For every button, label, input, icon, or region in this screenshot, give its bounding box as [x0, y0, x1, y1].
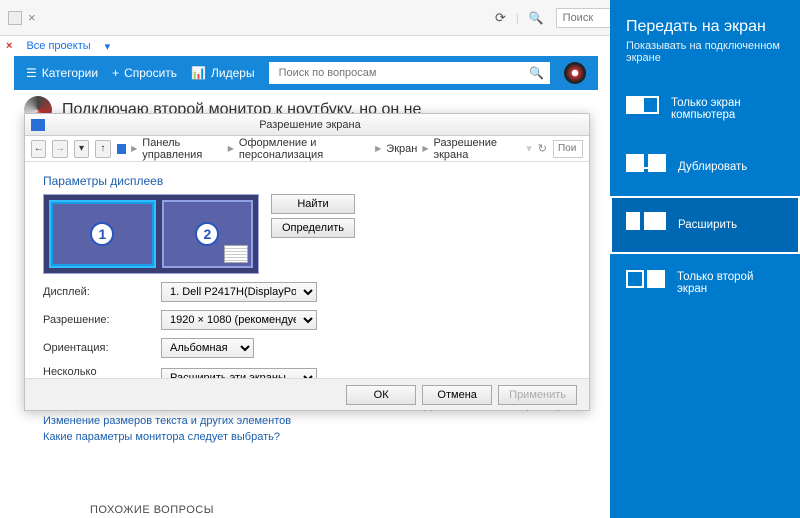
project-option-extend[interactable]: Расширить — [610, 196, 800, 254]
display-app-icon — [31, 119, 45, 131]
duplicate-icon — [626, 154, 666, 180]
which-settings-link[interactable]: Какие параметры монитора следует выбрать… — [43, 431, 571, 443]
project-option-second-only[interactable]: Только второй экран — [610, 254, 800, 312]
related-questions-heading: ПОХОЖИЕ ВОПРОСЫ — [90, 504, 214, 516]
breadcrumb-item[interactable]: Оформление и персонализация — [239, 137, 370, 161]
chevron-down-icon[interactable]: ▾ — [74, 140, 89, 158]
breadcrumb-item[interactable]: Экран — [386, 143, 417, 155]
second-only-icon — [626, 270, 665, 296]
detect-button[interactable]: Определить — [271, 218, 355, 238]
project-option-pc-only[interactable]: Только экран компьютера — [610, 80, 800, 138]
extend-icon — [626, 212, 666, 238]
plus-icon: + — [112, 66, 119, 80]
breadcrumb[interactable]: ▶ Панель управления ▶ Оформление и персо… — [117, 137, 515, 161]
monitor-1[interactable]: 1 — [49, 200, 156, 268]
site-search-input[interactable] — [269, 62, 550, 84]
bars-icon: 📊 — [191, 66, 206, 80]
panel-title: Передать на экран — [610, 0, 800, 40]
resolution-select[interactable]: 1920 × 1080 (рекомендуется) — [161, 310, 317, 330]
forward-button[interactable]: → — [52, 140, 67, 158]
leaders-button[interactable]: 📊Лидеры — [191, 66, 255, 80]
list-icon: ☰ — [26, 66, 37, 80]
user-avatar[interactable] — [564, 62, 586, 84]
ok-button[interactable]: ОК — [346, 385, 416, 405]
orientation-label: Ориентация: — [43, 342, 149, 354]
explorer-search-input[interactable] — [553, 140, 583, 158]
keypad-icon — [224, 245, 248, 263]
search-icon: 🔍 — [529, 11, 544, 25]
project-panel: Передать на экран Показывать на подключе… — [610, 0, 800, 518]
cancel-button[interactable]: Отмена — [422, 385, 492, 405]
option-label: Расширить — [678, 219, 737, 231]
explorer-nav: ← → ▾ ↑ ▶ Панель управления ▶ Оформление… — [25, 136, 589, 162]
categories-button[interactable]: ☰Категории — [26, 66, 98, 80]
apply-button: Применить — [498, 385, 577, 405]
all-projects-link[interactable]: Все проекты — [26, 40, 90, 52]
ask-button[interactable]: +Спросить — [112, 66, 177, 80]
refresh-icon[interactable]: ⟳ — [495, 10, 506, 26]
chevron-down-icon[interactable]: ▾ — [105, 40, 111, 53]
monitor-2[interactable]: 2 — [162, 200, 253, 268]
resolution-label: Разрешение: — [43, 314, 149, 326]
project-option-duplicate[interactable]: Дублировать — [610, 138, 800, 196]
option-label: Только экран компьютера — [671, 97, 784, 121]
option-label: Дублировать — [678, 161, 747, 173]
window-titlebar[interactable]: Разрешение экрана — [25, 114, 589, 136]
text-size-link[interactable]: Изменение размеров текста и других элеме… — [43, 415, 571, 427]
pc-only-icon — [626, 96, 659, 122]
orientation-select[interactable]: Альбомная — [161, 338, 254, 358]
site-header: ☰Категории +Спросить 📊Лидеры 🔍 — [14, 56, 598, 90]
section-heading: Параметры дисплеев — [43, 174, 571, 188]
close-panel-icon[interactable]: × — [6, 40, 12, 52]
monitor-preview[interactable]: 1 2 — [43, 194, 259, 274]
tab-favicon — [8, 11, 22, 25]
display-label: Дисплей: — [43, 286, 149, 298]
dialog-buttons: ОК Отмена Применить — [25, 378, 589, 410]
back-button[interactable]: ← — [31, 140, 46, 158]
search-icon[interactable]: 🔍 — [529, 66, 544, 80]
window-title: Разрешение экрана — [51, 119, 589, 131]
breadcrumb-item[interactable]: Разрешение экрана — [433, 137, 514, 161]
display-select[interactable]: 1. Dell P2417H(DisplayPort) — [161, 282, 317, 302]
tab-close-icon[interactable]: × — [28, 10, 36, 25]
screen-resolution-window: Разрешение экрана ← → ▾ ↑ ▶ Панель управ… — [24, 113, 590, 411]
display-icon — [117, 144, 127, 154]
find-button[interactable]: Найти — [271, 194, 355, 214]
breadcrumb-item[interactable]: Панель управления — [142, 137, 222, 161]
up-button[interactable]: ↑ — [95, 140, 110, 158]
option-label: Только второй экран — [677, 271, 784, 295]
panel-subtitle: Показывать на подключенном экране — [610, 40, 800, 80]
